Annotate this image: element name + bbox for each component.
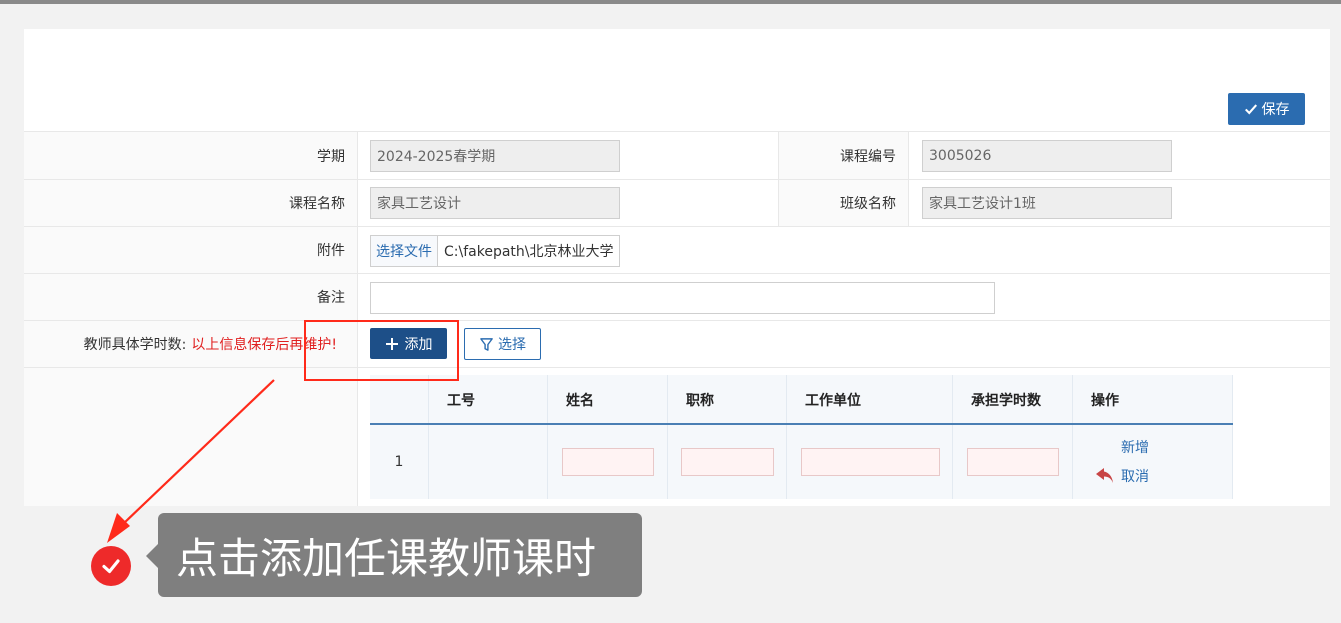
check-circle-icon: [91, 546, 131, 586]
tooltip-pointer: [146, 544, 158, 568]
tutorial-tooltip: 点击添加任课教师课时: [158, 513, 642, 597]
check-icon: [102, 559, 120, 574]
tooltip-text: 点击添加任课教师课时: [176, 533, 597, 583]
